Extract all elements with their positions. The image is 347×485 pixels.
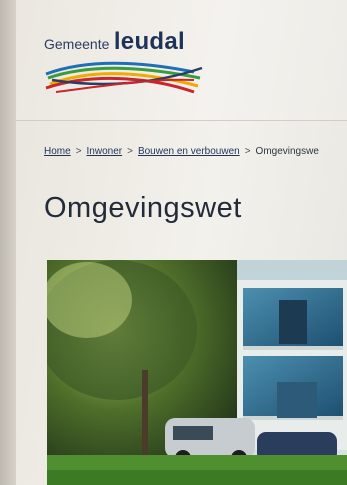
browser-page: Gemeente leudal Home > Inwoner > Bouwen en v…	[16, 0, 347, 485]
breadcrumb-current: Omgevingswe	[255, 146, 319, 157]
logo-name: leudal	[113, 28, 185, 55]
logo-swoosh-icon	[45, 61, 203, 94]
breadcrumb-separator: >	[244, 146, 251, 157]
screen-bezel	[0, 0, 16, 485]
breadcrumb-separator: >	[127, 146, 133, 157]
page-title: Omgevingswet	[44, 192, 242, 224]
breadcrumb-separator: >	[75, 146, 82, 157]
breadcrumb-home-link[interactable]: Home	[44, 146, 71, 157]
hero-photo	[47, 260, 347, 485]
logo-prefix: Gemeente	[44, 36, 110, 52]
site-header: Gemeente leudal	[16, 0, 347, 121]
breadcrumb-inwoner-link[interactable]: Inwoner	[87, 146, 123, 157]
site-logo[interactable]: Gemeente leudal	[44, 28, 214, 98]
breadcrumb-bouwen-link[interactable]: Bouwen en verbouwen	[138, 146, 240, 157]
breadcrumb: Home > Inwoner > Bouwen en verbouwen > Omgevin…	[44, 146, 319, 157]
logo-wordmark: Gemeente leudal	[44, 28, 185, 56]
